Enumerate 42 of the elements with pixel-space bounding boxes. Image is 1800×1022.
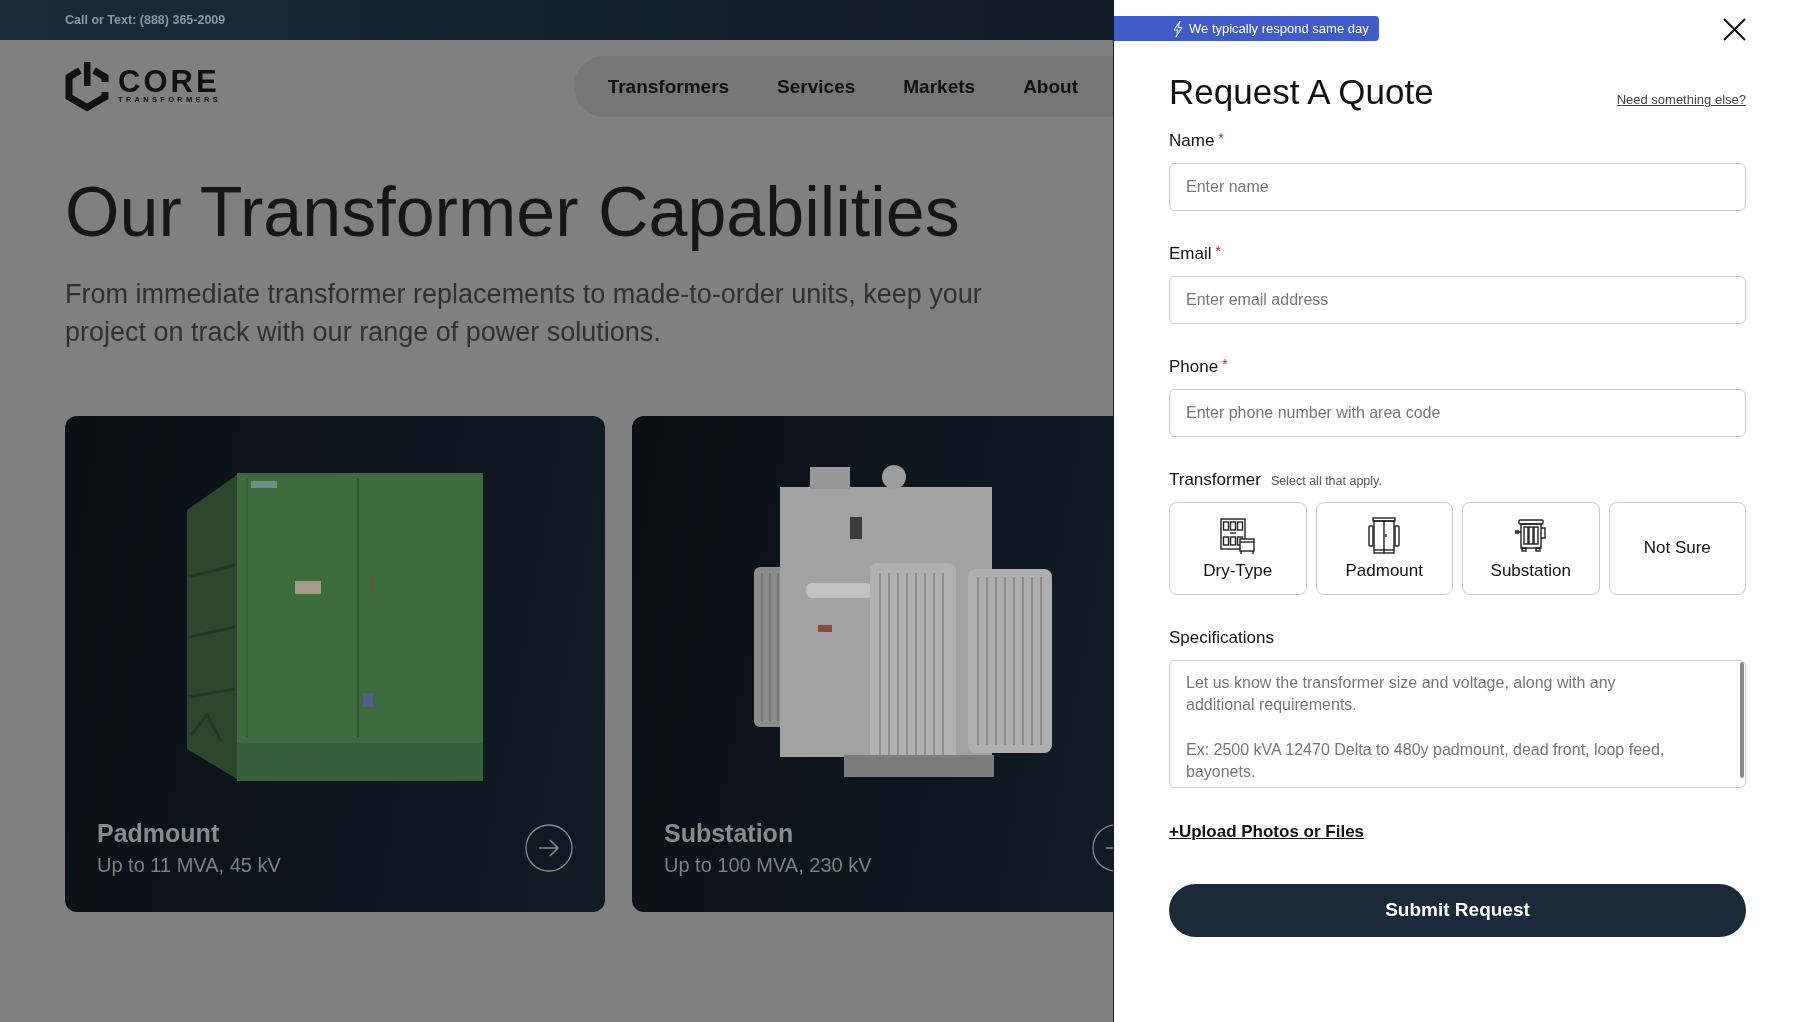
product-card[interactable]: Substation Up to 100 MVA, 230 kV	[632, 416, 1113, 912]
option-tile[interactable]: Dry-Type	[1169, 501, 1307, 595]
scrollbar-thumb[interactable]	[1740, 661, 1744, 778]
input-field[interactable]: Enter email address	[1169, 275, 1746, 324]
nav-link[interactable]: Services	[777, 75, 856, 98]
product-card[interactable]: Padmount Up to 11 MVA, 45 kV	[65, 416, 605, 912]
required-asterisk: *	[1218, 131, 1224, 145]
cabinet-icon	[1217, 515, 1258, 556]
option-tile[interactable]: Substation	[1462, 501, 1600, 595]
badge-text: We typically respond same day	[1189, 21, 1369, 36]
field-label: Name	[1169, 131, 1215, 151]
field-label: Transformer	[1169, 470, 1261, 490]
card-subtitle: Up to 11 MVA, 45 kV	[97, 853, 282, 878]
field-label: Email	[1169, 244, 1212, 264]
help-link[interactable]: Need something else?	[1616, 92, 1746, 107]
card-title: Substation	[664, 818, 795, 848]
nav-link[interactable]: About	[1023, 75, 1078, 98]
quote-title: Request A Quote	[1169, 71, 1434, 113]
logo-wordmark[interactable]: CORE	[118, 68, 221, 95]
upload-link[interactable]: +Upload Photos or Files	[1169, 821, 1365, 842]
nav-link[interactable]: Transformers	[607, 75, 730, 98]
card-title: Padmount	[97, 818, 221, 848]
option-tile[interactable]: Padmount	[1315, 501, 1453, 595]
arrow-circle-icon[interactable]	[525, 824, 573, 872]
required-asterisk: *	[1222, 357, 1228, 371]
nav-link[interactable]: Markets	[903, 75, 976, 98]
specifications-field[interactable]: Let us know the transformer size and voltage, along with any additional requirements. Ex: 2500 kVA 12470 Delta to 480y padmount, dead front, loop feed, bayonets.	[1169, 659, 1746, 788]
option-tile[interactable]: Not Sure	[1608, 501, 1746, 595]
close-icon[interactable]	[1723, 18, 1746, 41]
required-asterisk: *	[1215, 244, 1221, 258]
field-label: Phone	[1169, 357, 1219, 377]
submit-button[interactable]: Submit Request	[1169, 883, 1746, 937]
input-field[interactable]: Enter phone number with area code	[1169, 388, 1746, 437]
field-label: Specifications	[1169, 628, 1274, 648]
card-subtitle: Up to 100 MVA, 230 kV	[664, 853, 873, 878]
hint-text: Select all that apply.	[1270, 474, 1382, 488]
intro-paragraph: From immediate transformer replacements to made-to-order units, keep your project on track with our range of power solutions.	[65, 278, 983, 349]
page-heading: Our Transformer Capabilities	[65, 172, 961, 253]
contact-phone-text: Call or Text: (888) 365-2009	[65, 13, 226, 27]
logo-icon[interactable]	[65, 61, 109, 112]
lightning-icon	[1172, 19, 1184, 38]
input-field[interactable]: Enter name	[1169, 162, 1746, 211]
